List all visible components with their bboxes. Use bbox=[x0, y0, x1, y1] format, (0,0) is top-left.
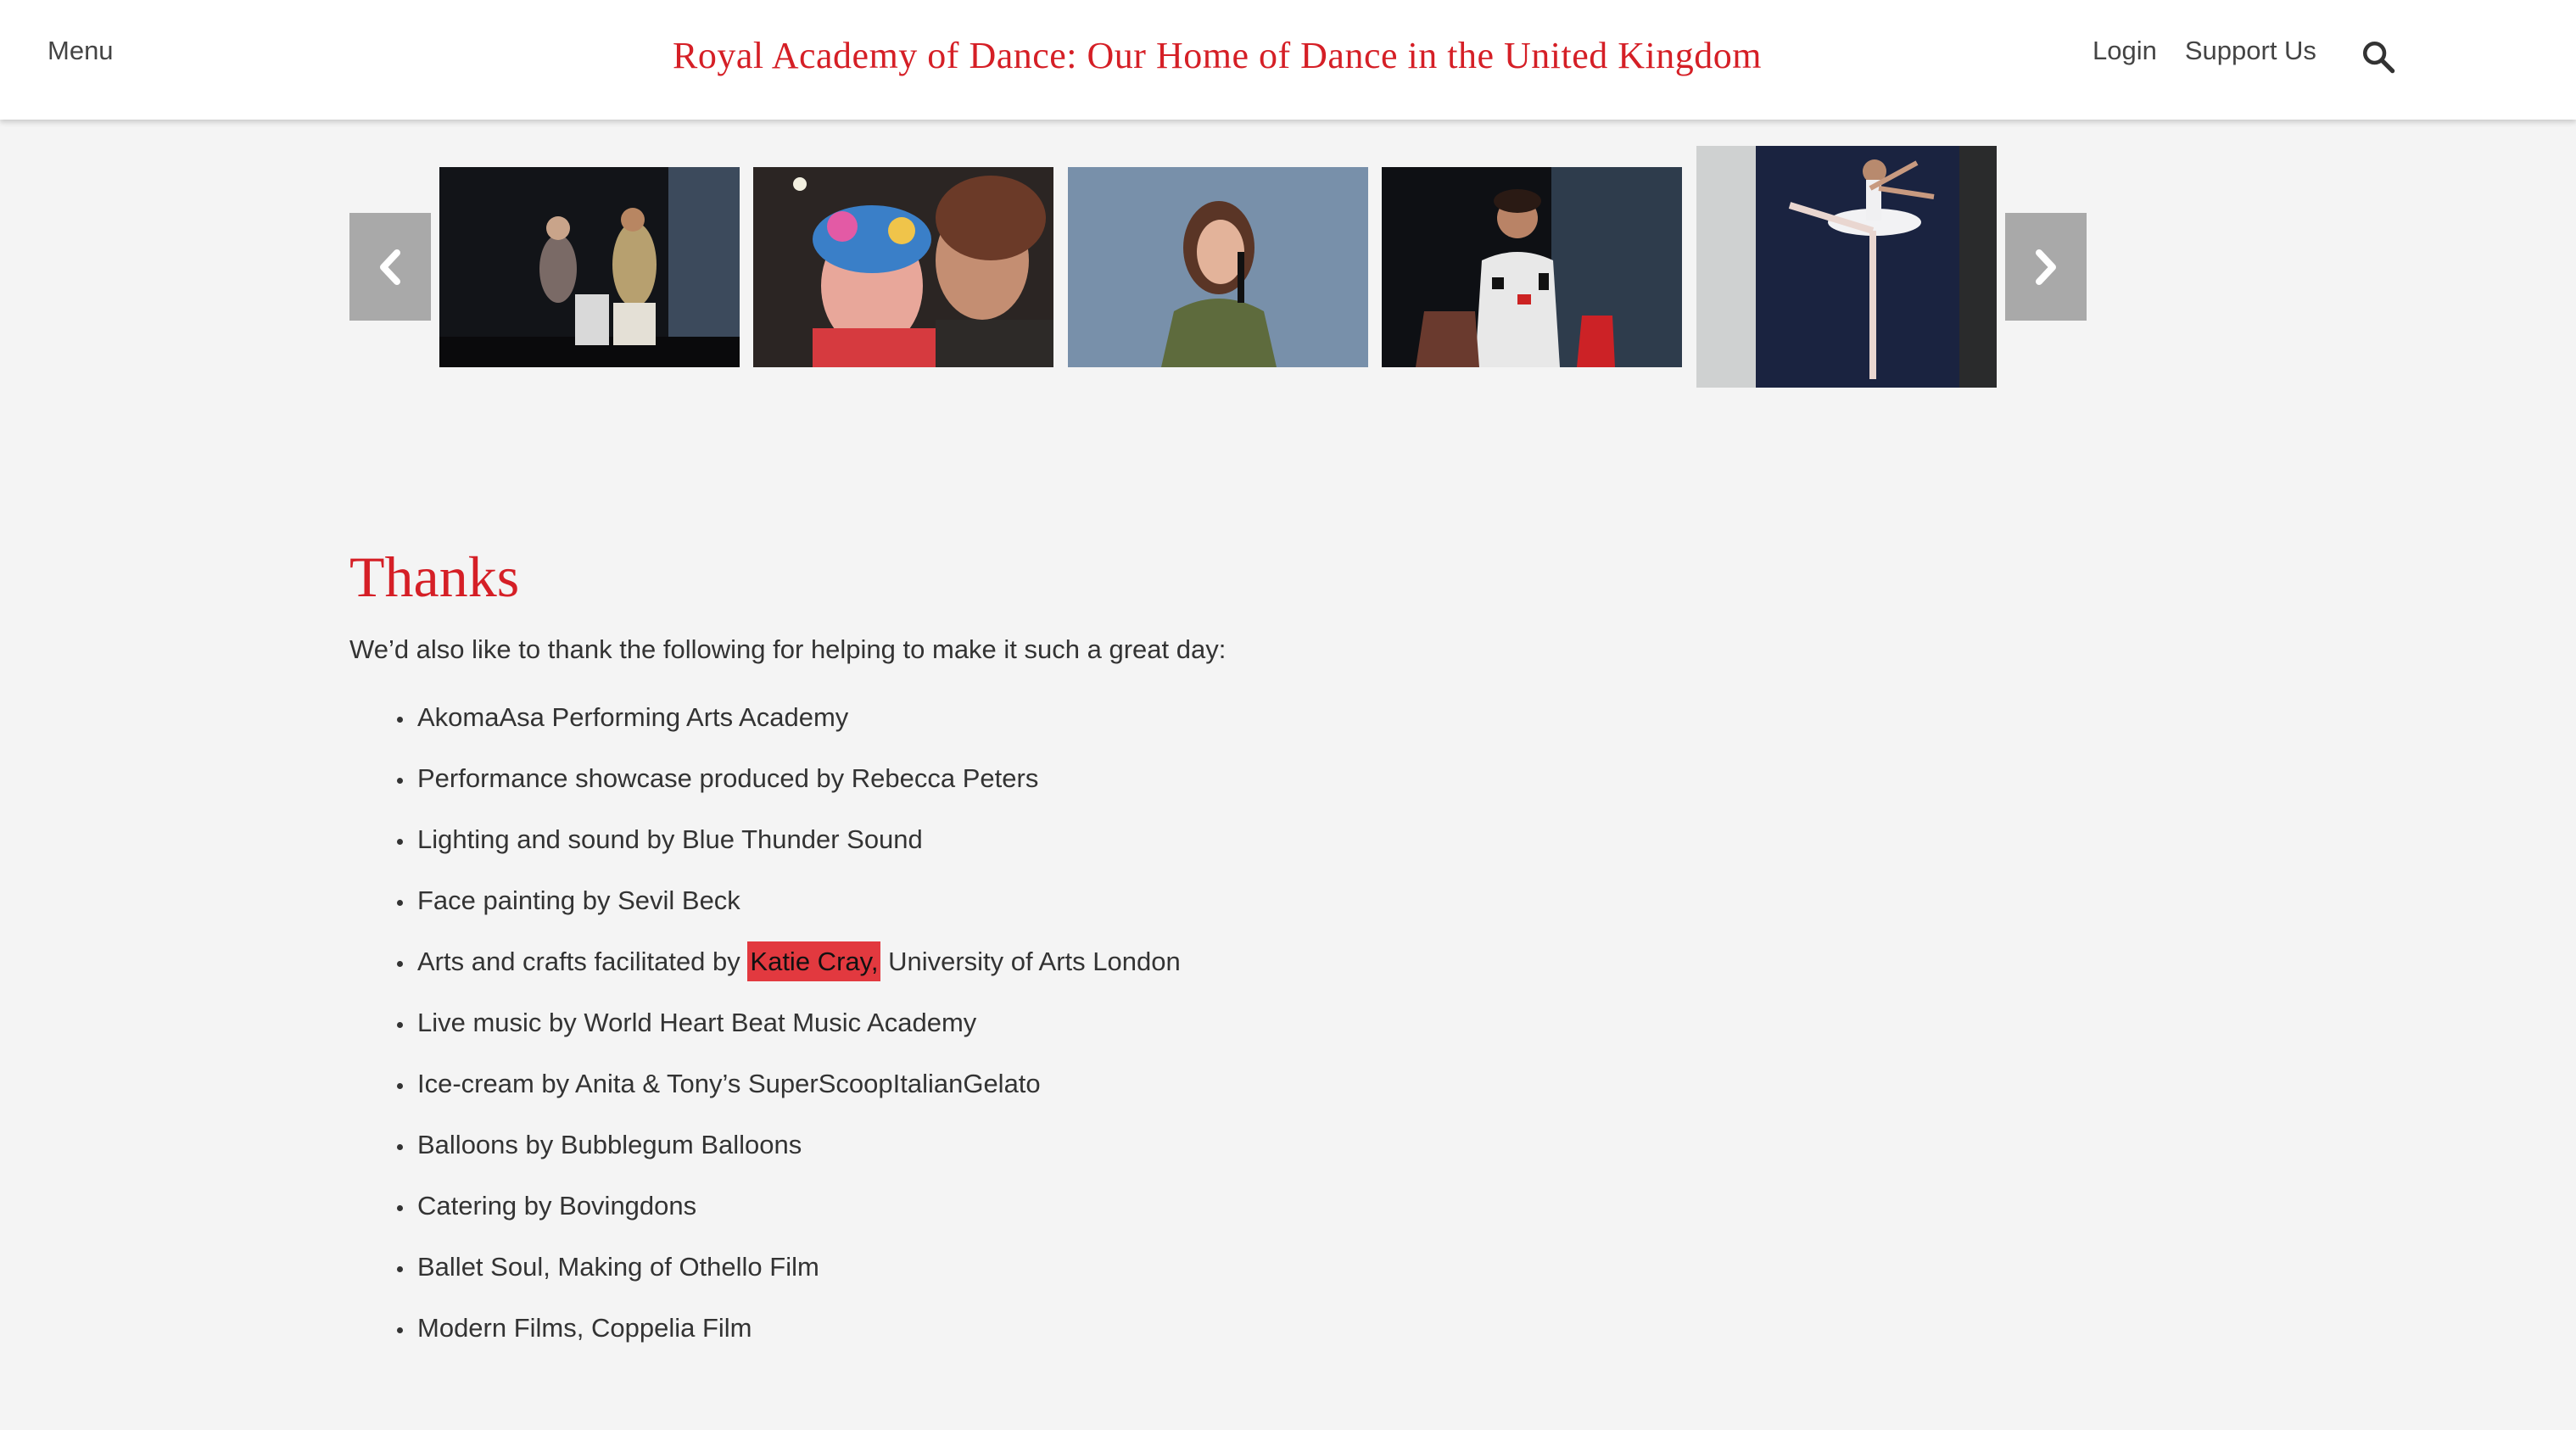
highlighted-text: Katie Cray, bbox=[747, 941, 881, 981]
list-item: Ice-cream by Anita & Tony’s SuperScoopIt… bbox=[349, 1067, 1876, 1128]
search-icon[interactable] bbox=[2361, 39, 2396, 75]
intro-text: We’d also like to thank the following fo… bbox=[349, 634, 1227, 664]
thanks-list: AkomaAsa Performing Arts Academy Perform… bbox=[349, 701, 1876, 1372]
list-item: Live music by World Heart Beat Music Aca… bbox=[349, 1006, 1876, 1067]
list-item-suffix: University of Arts London bbox=[880, 947, 1181, 976]
gallery-thumbnail[interactable] bbox=[1068, 167, 1368, 367]
list-item: Ballet Soul, Making of Othello Film bbox=[349, 1250, 1876, 1311]
speaker-photo-image bbox=[1068, 167, 1368, 367]
site-header: Menu Royal Academy of Dance: Our Home of… bbox=[0, 0, 2576, 120]
list-item-prefix: Arts and crafts facilitated by bbox=[417, 947, 748, 976]
header-nav: Login Support Us bbox=[2093, 36, 2316, 66]
list-item: Lighting and sound by Blue Thunder Sound bbox=[349, 823, 1876, 884]
performer-photo-image bbox=[1382, 167, 1682, 367]
carousel-next-button[interactable] bbox=[2005, 213, 2087, 321]
gallery-thumbnail[interactable] bbox=[1382, 167, 1682, 367]
stage-photo-image bbox=[439, 167, 740, 367]
list-item: Catering by Bovingdons bbox=[349, 1189, 1876, 1250]
gallery-thumbnail[interactable] bbox=[753, 167, 1053, 367]
ballerina-photo-image bbox=[1696, 146, 1997, 388]
chevron-left-icon bbox=[380, 249, 400, 285]
list-item: Arts and crafts facilitated by Katie Cra… bbox=[349, 941, 1876, 1006]
list-item: Performance showcase produced by Rebecca… bbox=[349, 762, 1876, 823]
login-link[interactable]: Login bbox=[2093, 36, 2157, 66]
face-paint-photo-image bbox=[753, 167, 1053, 367]
thanks-section: Thanks We’d also like to thank the follo… bbox=[349, 543, 1876, 1372]
chevron-right-icon bbox=[2036, 249, 2056, 285]
carousel-prev-button[interactable] bbox=[349, 213, 431, 321]
list-item: Modern Films, Coppelia Film bbox=[349, 1311, 1876, 1372]
gallery-thumbnail[interactable] bbox=[1696, 146, 1997, 388]
section-heading: Thanks bbox=[349, 545, 520, 609]
gallery-thumbnail[interactable] bbox=[439, 167, 740, 367]
support-us-link[interactable]: Support Us bbox=[2185, 36, 2316, 66]
list-item: Face painting by Sevil Beck bbox=[349, 884, 1876, 945]
list-item: Balloons by Bubblegum Balloons bbox=[349, 1128, 1876, 1189]
photo-carousel bbox=[0, 120, 2576, 459]
page-title: Royal Academy of Dance: Our Home of Danc… bbox=[673, 35, 1762, 76]
list-item: AkomaAsa Performing Arts Academy bbox=[349, 701, 1876, 762]
